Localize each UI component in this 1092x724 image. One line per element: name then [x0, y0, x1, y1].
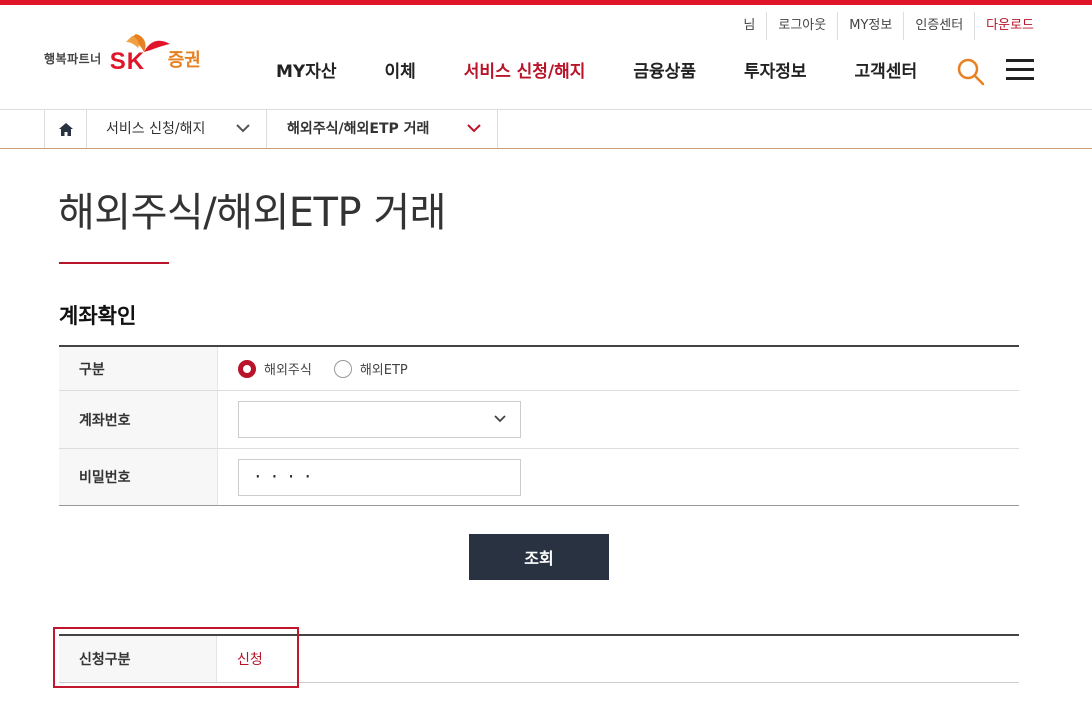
radio-overseas-etp-label: 해외ETP — [359, 363, 408, 378]
user-name-label: 님 — [743, 18, 756, 33]
nav-item-customer-center[interactable]: 고객센터 — [831, 58, 942, 86]
nav-item-service[interactable]: 서비스 신청/해지 — [440, 58, 610, 86]
hamburger-menu-button[interactable] — [1006, 59, 1034, 83]
type-label: 구분 — [59, 347, 217, 390]
nav-item-invest-info[interactable]: 투자정보 — [720, 58, 831, 86]
radio-overseas-stock[interactable]: 해외주식 — [238, 359, 312, 378]
utility-links: 님 로그아웃 MY정보 인증센터 다운로드 — [732, 12, 1034, 40]
search-icon — [957, 58, 985, 86]
search-button[interactable] — [955, 56, 987, 88]
home-button[interactable] — [44, 110, 87, 148]
top-accent-bar — [0, 0, 1092, 5]
account-check-form: 구분 해외주식 해외ETP 계좌번호 비밀번호 ···· — [59, 345, 1019, 506]
cert-center-link[interactable]: 인증센터 — [903, 12, 974, 40]
breadcrumb-level2-dropdown[interactable]: 해외주식/해외ETP 거래 — [267, 110, 498, 148]
highlight-box — [53, 627, 299, 688]
hamburger-icon — [1006, 59, 1034, 62]
radio-overseas-etp[interactable]: 해외ETP — [333, 359, 408, 378]
password-input[interactable]: ···· — [238, 458, 521, 496]
password-label: 비밀번호 — [59, 449, 217, 505]
page-title: 해외주식/해외ETP 거래 — [58, 190, 446, 236]
logo-brand: SK — [109, 48, 146, 75]
radio-unchecked-icon — [333, 359, 352, 378]
chevron-down-icon — [467, 124, 481, 133]
chevron-down-icon — [494, 415, 506, 423]
account-select[interactable] — [238, 401, 521, 438]
form-row-account: 계좌번호 — [59, 391, 1019, 449]
home-icon — [58, 122, 73, 136]
nav-item-products[interactable]: 금융상품 — [609, 58, 720, 86]
sk-logo-mark: SK — [108, 30, 174, 75]
breadcrumb-level1-label: 서비스 신청/해지 — [106, 121, 206, 137]
breadcrumb-level1-dropdown[interactable]: 서비스 신청/해지 — [86, 110, 267, 148]
title-underline — [59, 262, 169, 264]
logout-link[interactable]: 로그아웃 — [766, 12, 837, 40]
form-row-type: 구분 해외주식 해외ETP — [59, 347, 1019, 391]
nav-item-my-assets[interactable]: MY자산 — [252, 58, 361, 86]
breadcrumb-level2-label: 해외주식/해외ETP 거래 — [287, 121, 430, 137]
account-label: 계좌번호 — [59, 391, 217, 448]
radio-overseas-stock-label: 해외주식 — [264, 363, 312, 378]
nav-item-transfer[interactable]: 이체 — [361, 58, 440, 86]
chevron-down-icon — [236, 124, 250, 133]
main-nav: MY자산 이체 서비스 신청/해지 금융상품 투자정보 고객센터 — [252, 58, 941, 86]
radio-checked-icon — [238, 359, 256, 378]
logo-tagline: 행복파트너 — [44, 51, 102, 66]
inquiry-button[interactable]: 조회 — [469, 534, 609, 580]
sk-securities-logo[interactable]: 행복파트너 SK 증권 — [44, 30, 201, 75]
section-title: 계좌확인 — [59, 304, 137, 328]
download-link[interactable]: 다운로드 — [974, 12, 1034, 40]
form-row-password: 비밀번호 ···· — [59, 449, 1019, 506]
breadcrumb: 서비스 신청/해지 해외주식/해외ETP 거래 — [0, 109, 1092, 149]
my-info-link[interactable]: MY정보 — [837, 12, 903, 40]
